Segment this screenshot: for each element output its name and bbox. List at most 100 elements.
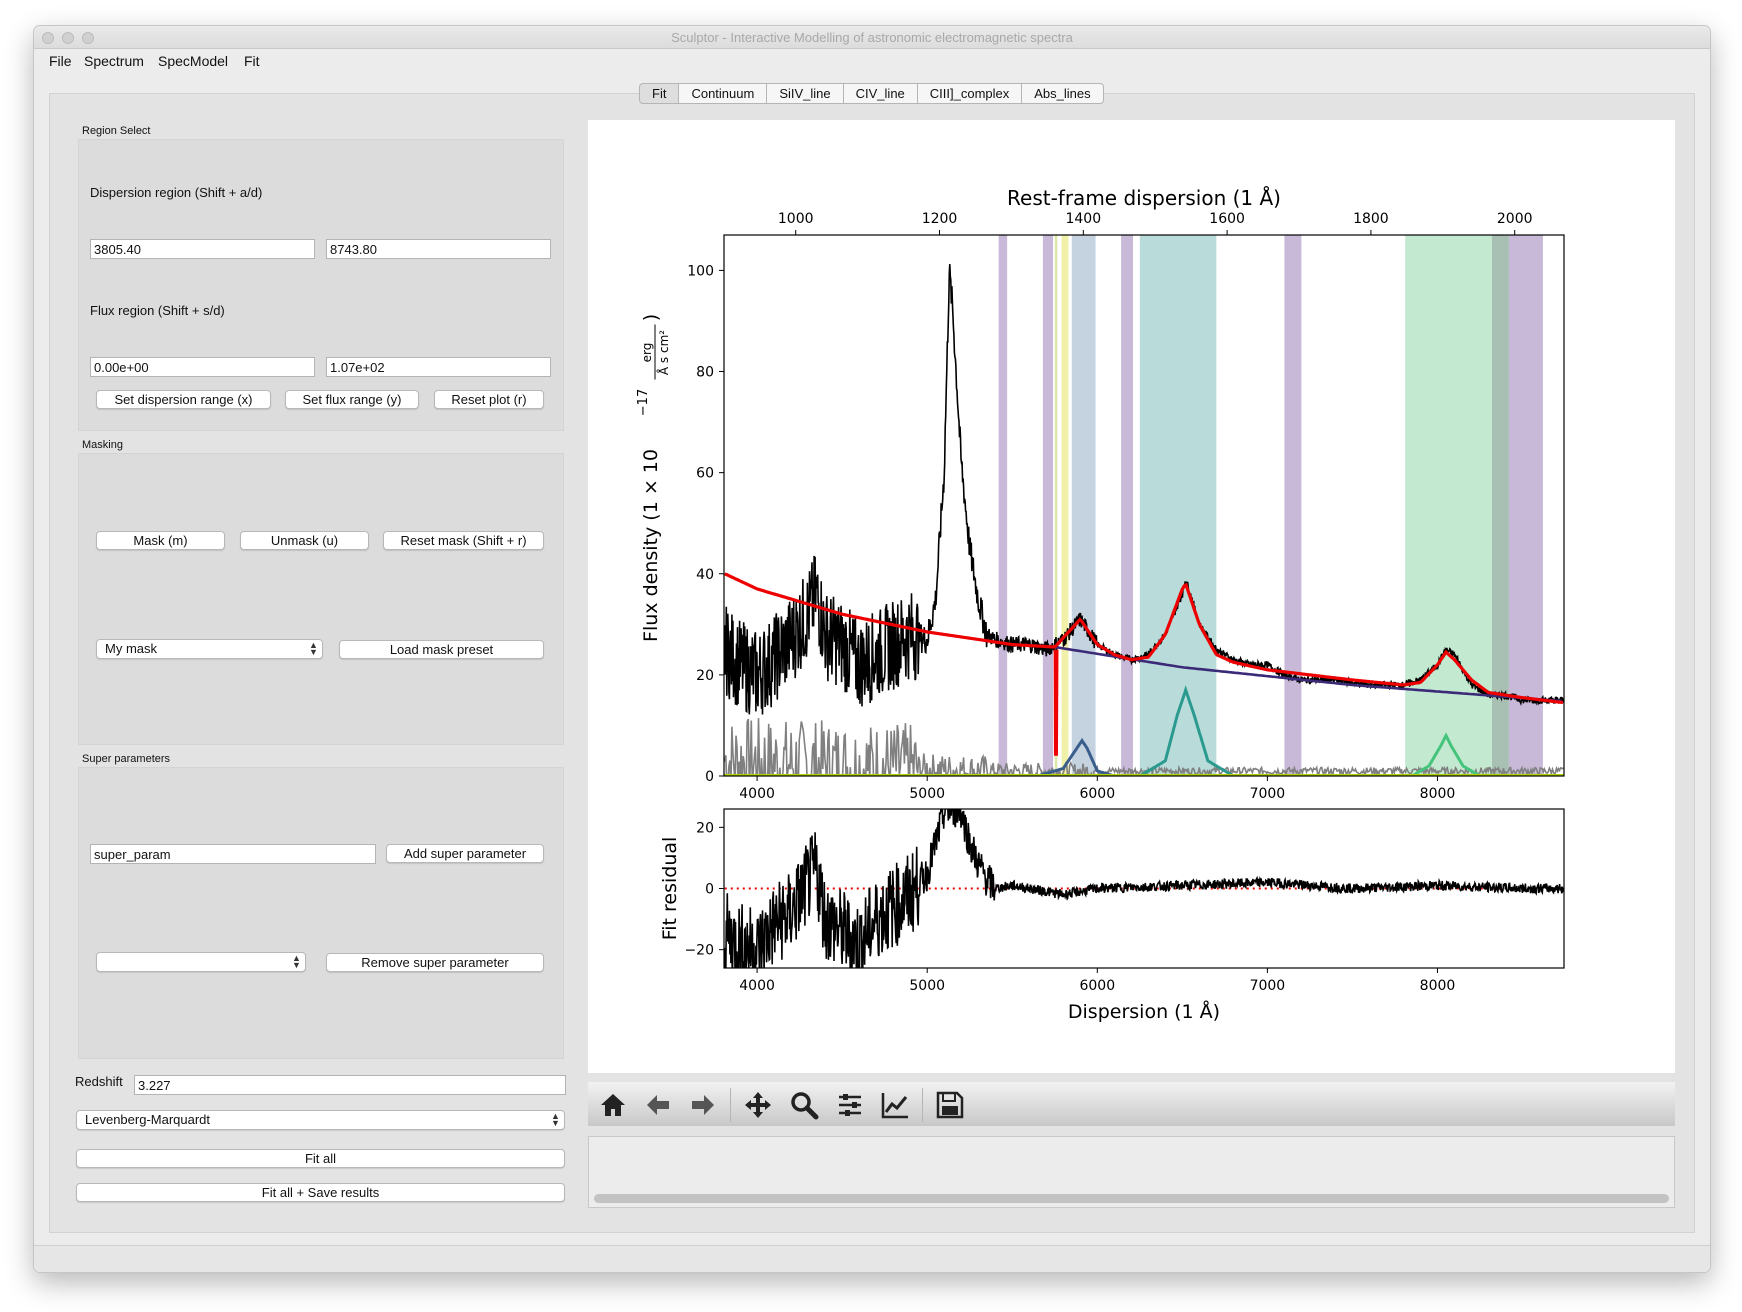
dispersion-max-input[interactable]: [326, 239, 551, 259]
select-arrows-icon: ▲ ▼: [309, 640, 318, 657]
top-x-tick-label: 2000: [1497, 211, 1533, 227]
save-icon[interactable]: [935, 1090, 965, 1120]
tab-fit[interactable]: Fit: [639, 83, 680, 104]
y-tick-label: 80: [696, 365, 714, 381]
mask-preset-value: My mask: [105, 641, 157, 656]
y-axis-label: Flux density (1 × 10 −17 erg Å s cm²): [636, 314, 671, 642]
plot-area: [724, 235, 1564, 776]
back-arrow-icon[interactable]: [643, 1090, 673, 1120]
x-tick-label: 5000: [909, 786, 945, 802]
super-parameter-select[interactable]: ▲ ▼: [96, 952, 306, 972]
y-tick-label: 40: [696, 567, 714, 583]
pan-icon[interactable]: [743, 1090, 773, 1120]
flux-min-input[interactable]: [90, 357, 315, 377]
residual-area: [724, 809, 1564, 968]
residual-line: [724, 809, 1564, 968]
x-axis-label: Dispersion (1 Å): [1068, 1000, 1220, 1023]
fit-method-value: Levenberg-Marquardt: [85, 1112, 211, 1127]
y-tick-label: 0: [705, 769, 714, 785]
redshift-input[interactable]: [134, 1075, 566, 1095]
y-axis-label-close-paren: ): [640, 314, 662, 321]
menu-bar: File Spectrum SpecModel Fit: [34, 49, 1710, 75]
x-tick-label: 4000: [739, 786, 775, 802]
flux-max-input[interactable]: [326, 357, 551, 377]
mask-preset-select[interactable]: My mask ▲ ▼: [96, 639, 323, 659]
spectrum-figure[interactable]: 4000 5000 6000 7000 8000 0 20 40 60 80 100 1000 1200…: [588, 120, 1675, 1073]
top-x-tick-label: 1400: [1065, 211, 1101, 227]
set-flux-range-button[interactable]: Set flux range (y): [285, 390, 419, 409]
load-mask-preset-button[interactable]: Load mask preset: [339, 640, 544, 659]
x-tick-label: 8000: [1420, 786, 1456, 802]
y-tick-label: 0: [705, 882, 714, 898]
dispersion-min-input[interactable]: [90, 239, 315, 259]
super-parameters-group: [78, 767, 564, 1059]
menu-file[interactable]: File: [49, 53, 72, 69]
select-arrows-icon: ▲ ▼: [292, 953, 301, 970]
masked-region-band: [1061, 235, 1069, 776]
add-super-parameter-button[interactable]: Add super parameter: [386, 844, 544, 863]
x-tick-label: 6000: [1079, 978, 1115, 994]
fit-method-select[interactable]: Levenberg-Marquardt ▲ ▼: [76, 1110, 565, 1130]
x-tick-label: 4000: [739, 978, 775, 994]
reset-plot-button[interactable]: Reset plot (r): [434, 390, 544, 409]
top-axis-title: Rest-frame dispersion (1 Å): [1007, 186, 1281, 210]
fit-all-save-results-button[interactable]: Fit all + Save results: [76, 1183, 565, 1202]
set-dispersion-range-button[interactable]: Set dispersion range (x): [96, 390, 271, 409]
status-bar: [34, 1245, 1710, 1272]
x-tick-label: 6000: [1079, 786, 1115, 802]
app-window: Sculptor - Interactive Modelling of astr…: [33, 25, 1711, 1273]
reset-mask-button[interactable]: Reset mask (Shift + r): [383, 531, 544, 550]
menu-specmodel[interactable]: SpecModel: [158, 53, 228, 69]
toolbar-separator: [730, 1088, 731, 1122]
home-icon[interactable]: [598, 1090, 628, 1120]
menu-spectrum[interactable]: Spectrum: [84, 53, 144, 69]
mask-button[interactable]: Mask (m): [96, 531, 225, 550]
forward-arrow-icon[interactable]: [688, 1090, 718, 1120]
subplots-config-icon[interactable]: [835, 1090, 865, 1120]
edit-axes-icon[interactable]: [880, 1090, 910, 1120]
tab-siiv-line[interactable]: SiIV_line: [767, 83, 844, 104]
residual-y-label: Fit residual: [659, 837, 681, 941]
zoom-icon[interactable]: [789, 1090, 819, 1120]
fit-all-button[interactable]: Fit all: [76, 1149, 565, 1168]
x-tick-label: 7000: [1250, 786, 1286, 802]
masked-region-band: [1042, 235, 1054, 776]
residual-axes[interactable]: 4000 5000 6000 7000 8000 −20 0 20 Dispersion (1 …: [659, 794, 1565, 1023]
tab-continuum[interactable]: Continuum: [679, 83, 768, 104]
title-bar: Sculptor - Interactive Modelling of astr…: [34, 26, 1710, 49]
x-tick-label: 8000: [1420, 978, 1456, 994]
y-tick-label: 100: [687, 263, 714, 279]
toolbar-separator: [922, 1088, 923, 1122]
tab-ciii-complex[interactable]: CIII]_complex: [917, 83, 1023, 104]
y-axis-label-unit-num: erg: [640, 343, 654, 363]
y-axis-label-exponent: −17: [636, 389, 651, 416]
plot-canvas[interactable]: 4000 5000 6000 7000 8000 0 20 40 60 80 100 1000 1200…: [588, 120, 1675, 1073]
flux-region-label: Flux region (Shift + s/d): [90, 303, 225, 318]
unmask-button[interactable]: Unmask (u): [240, 531, 369, 550]
masked-region-band: [1121, 235, 1134, 776]
x-tick-label: 5000: [909, 978, 945, 994]
menu-fit[interactable]: Fit: [244, 53, 260, 69]
navigation-toolbar: [588, 1082, 1675, 1126]
residual-y-label-group: Fit residual: [659, 837, 681, 941]
y-axis-label-unit-den: Å s cm²: [656, 330, 671, 375]
y-tick-label: 20: [696, 820, 714, 836]
super-parameter-name-input[interactable]: [90, 844, 376, 864]
message-area[interactable]: [588, 1136, 1675, 1208]
tab-abs-lines[interactable]: Abs_lines: [1022, 83, 1104, 104]
top-x-tick-label: 1600: [1209, 211, 1245, 227]
y-tick-label: 20: [696, 668, 714, 684]
x-tick-label: 7000: [1250, 978, 1286, 994]
y-tick-label: −20: [684, 943, 714, 959]
absorption-model-line: [1053, 649, 1059, 756]
tab-civ-line[interactable]: CIV_line: [843, 83, 918, 104]
flux-axes[interactable]: 4000 5000 6000 7000 8000 0 20 40 60 80 100 1000 1200…: [636, 186, 1565, 802]
remove-super-parameter-button[interactable]: Remove super parameter: [326, 953, 544, 972]
y-tick-label: 60: [696, 466, 714, 482]
masked-region-band: [1139, 235, 1217, 776]
masked-region-band: [1071, 235, 1096, 776]
redshift-label: Redshift: [75, 1074, 123, 1089]
masking-title: Masking: [82, 439, 123, 451]
y-axis-label-main: Flux density (1 × 10: [640, 449, 662, 642]
horizontal-scrollbar[interactable]: [594, 1194, 1669, 1203]
